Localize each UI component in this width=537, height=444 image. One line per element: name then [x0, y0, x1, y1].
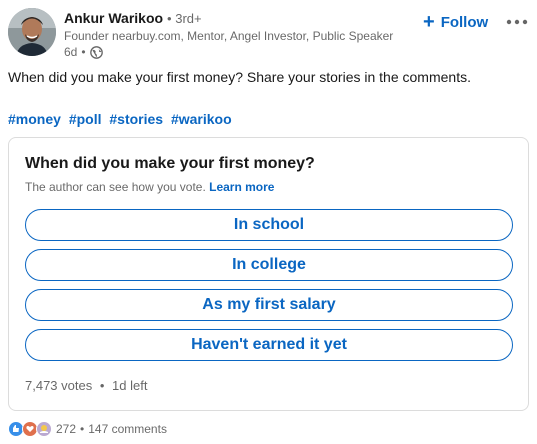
reactions-count[interactable]: 272: [56, 422, 76, 436]
hashtag-link[interactable]: #money: [8, 111, 61, 127]
poll-option-first-salary[interactable]: As my first salary: [25, 289, 513, 321]
poll-footer: 7,473 votes • 1d left: [25, 378, 147, 393]
poll-note: The author can see how you vote. Learn m…: [25, 180, 274, 194]
comments-count[interactable]: 147 comments: [88, 422, 167, 436]
globe-icon: [89, 45, 103, 59]
reaction-icons[interactable]: [8, 421, 52, 437]
poll-footer-separator: •: [99, 378, 105, 393]
connection-degree: • 3rd+: [167, 11, 202, 26]
poll-option-not-earned[interactable]: Haven't earned it yet: [25, 329, 513, 361]
author-name[interactable]: Ankur Warikoo: [64, 10, 163, 26]
support-reaction-icon: [36, 421, 52, 437]
poll-time-left: 1d left: [112, 378, 148, 393]
author-photo: [8, 8, 56, 56]
author-avatar[interactable]: [8, 8, 56, 56]
post-header: Ankur Warikoo • 3rd+ Founder nearbuy.com…: [8, 6, 529, 62]
hashtag-list: #money #poll #stories #warikoo: [8, 111, 236, 127]
poll-option-in-college[interactable]: In college: [25, 249, 513, 281]
hashtag-link[interactable]: #stories: [109, 111, 163, 127]
poll-card: When did you make your first money? The …: [8, 137, 529, 411]
poll-note-text: The author can see how you vote.: [25, 180, 206, 194]
author-headline: Founder nearbuy.com, Mentor, Angel Inves…: [64, 29, 394, 43]
poll-question: When did you make your first money?: [25, 155, 315, 172]
poll-vote-count[interactable]: 7,473 votes: [25, 378, 92, 393]
follow-button[interactable]: + Follow: [423, 10, 488, 34]
poll-option-in-school[interactable]: In school: [25, 209, 513, 241]
social-separator: •: [80, 422, 85, 436]
follow-label: Follow: [440, 13, 489, 31]
hashtag-link[interactable]: #warikoo: [171, 111, 232, 127]
post-text: When did you make your first money? Shar…: [8, 69, 471, 85]
meta-separator: •: [81, 45, 86, 59]
plus-icon: +: [423, 11, 435, 33]
more-options-icon[interactable]: [504, 10, 530, 34]
social-counts: 272 • 147 comments: [8, 420, 167, 438]
author-info: Ankur Warikoo • 3rd+ Founder nearbuy.com…: [64, 10, 393, 59]
post-meta: 6d •: [64, 45, 393, 59]
hashtag-link[interactable]: #poll: [69, 111, 102, 127]
post-time: 6d: [64, 45, 78, 59]
learn-more-link[interactable]: Learn more: [209, 180, 274, 194]
